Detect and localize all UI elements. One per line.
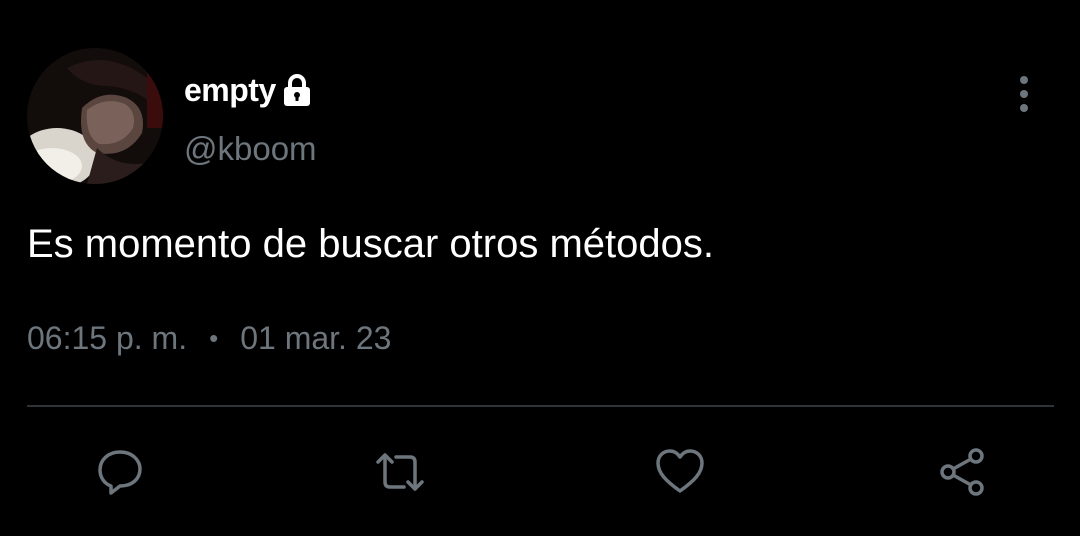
- retweet-button[interactable]: [370, 442, 430, 502]
- reply-button[interactable]: [90, 442, 150, 502]
- tweet-text: Es momento de buscar otros métodos.: [27, 222, 714, 266]
- like-button[interactable]: [650, 442, 710, 502]
- more-options-button[interactable]: [1004, 72, 1044, 116]
- tweet-timestamp[interactable]: 06:15 p. m. • 01 mar. 23: [27, 320, 391, 357]
- tweet-time: 06:15 p. m.: [27, 320, 188, 356]
- lock-icon: [281, 73, 313, 107]
- handle[interactable]: @kboom: [184, 130, 317, 168]
- meta-separator: •: [209, 323, 219, 353]
- retweet-icon: [376, 453, 424, 491]
- avatar-photo: [27, 48, 163, 184]
- divider: [27, 405, 1054, 407]
- display-name[interactable]: empty: [184, 72, 276, 109]
- tweet-date: 01 mar. 23: [240, 320, 392, 356]
- avatar[interactable]: [27, 48, 163, 184]
- reply-icon: [98, 450, 142, 495]
- share-icon: [940, 448, 984, 496]
- more-vertical-icon: [1020, 76, 1028, 112]
- display-name-row: empty: [184, 70, 313, 110]
- share-button[interactable]: [932, 442, 992, 502]
- tweet-card: empty @kboom Es momento de buscar otros …: [0, 0, 1080, 536]
- heart-icon: [656, 449, 704, 493]
